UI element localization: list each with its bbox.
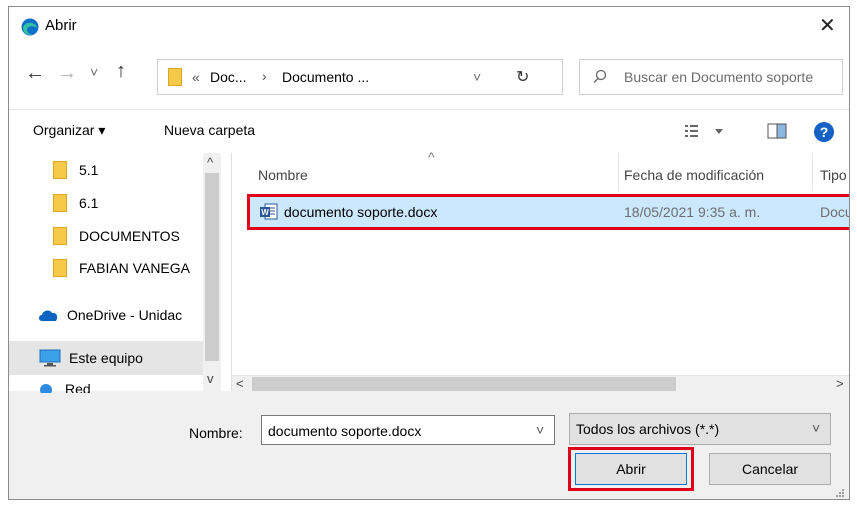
nav-item-folder[interactable]: FABIAN VANEGA — [53, 253, 203, 283]
sort-ascending-icon: ^ — [428, 149, 435, 165]
table-row[interactable]: W documento soporte.docx 18/05/2021 9:35… — [247, 194, 850, 230]
column-header-date[interactable]: Fecha de modificación — [624, 167, 764, 183]
resize-grip-icon[interactable] — [835, 485, 845, 497]
horizontal-scrollbar[interactable]: < > — [232, 375, 849, 391]
view-options-icon[interactable] — [683, 123, 729, 142]
word-document-icon: W — [260, 203, 278, 224]
edge-icon — [21, 18, 39, 36]
nav-item-folder[interactable]: 5.1 — [53, 155, 98, 185]
breadcrumb-overflow[interactable]: « — [192, 69, 200, 85]
filename-dropdown-icon[interactable]: ˅ — [536, 422, 544, 438]
help-icon[interactable]: ? — [814, 122, 834, 142]
address-dropdown-icon[interactable]: ˅ — [473, 69, 481, 85]
address-bar[interactable]: « Doc... › Documento ... ˅ ↻ — [157, 59, 563, 95]
new-folder-button[interactable]: Nueva carpeta — [164, 122, 255, 138]
file-name: documento soporte.docx — [284, 204, 438, 220]
folder-icon — [53, 259, 67, 277]
breadcrumb-separator-icon: › — [262, 68, 267, 84]
nav-item-label: DOCUMENTOS — [79, 228, 180, 244]
forward-arrow-icon[interactable]: → — [57, 62, 77, 85]
scroll-right-icon[interactable]: > — [836, 376, 844, 391]
nav-item-label: FABIAN VANEGA — [79, 260, 190, 276]
network-icon — [37, 381, 55, 393]
back-arrow-icon[interactable]: ← — [25, 62, 45, 85]
open-button[interactable]: Abrir — [575, 453, 687, 485]
nav-scrollbar-thumb[interactable] — [205, 173, 219, 361]
file-type: Docu — [820, 204, 850, 220]
command-toolbar: Organizar ▾ Nueva carpeta ? — [9, 109, 849, 153]
nav-item-label: 6.1 — [79, 195, 99, 211]
column-header-type[interactable]: Tipo — [820, 167, 847, 183]
computer-icon — [39, 349, 61, 367]
up-arrow-icon[interactable]: ↑ — [116, 60, 126, 83]
nav-item-this-pc[interactable]: Este equipo — [9, 341, 203, 375]
search-icon — [592, 68, 608, 87]
close-icon[interactable]: ✕ — [819, 13, 836, 38]
nav-item-folder[interactable]: DOCUMENTOS — [53, 221, 180, 251]
horizontal-scrollbar-thumb[interactable] — [252, 377, 676, 391]
file-date: 18/05/2021 9:35 a. m. — [624, 204, 761, 220]
navigation-pane: 5.1 6.1 DOCUMENTOS FABIAN VANEGA OneDriv… — [9, 153, 231, 393]
dialog-footer: Nombre: documento soporte.docx ˅ Todos l… — [9, 399, 849, 499]
nav-item-label: Red — [65, 381, 91, 393]
title-bar: Abrir ✕ — [9, 7, 849, 47]
file-list: ^ Nombre Fecha de modificación Tipo W do… — [231, 149, 850, 391]
folder-icon — [53, 227, 67, 245]
cancel-button-label: Cancelar — [741, 461, 799, 477]
svg-text:W: W — [261, 208, 269, 217]
nav-item-network[interactable]: Red — [37, 381, 91, 393]
filetype-dropdown-icon: ˅ — [812, 420, 821, 436]
preview-pane-icon[interactable] — [767, 123, 787, 142]
filetype-selected: Todos los archivos (*.*) — [576, 421, 720, 437]
help-icon-glyph: ? — [819, 124, 829, 140]
breadcrumb-item[interactable]: Documento ... — [282, 69, 369, 85]
filetype-select[interactable]: Todos los archivos (*.*) ˅ — [569, 413, 831, 445]
folder-icon — [53, 161, 67, 179]
breadcrumb-item[interactable]: Doc... — [210, 69, 247, 85]
scroll-left-icon[interactable]: < — [236, 376, 244, 391]
filename-input[interactable]: documento soporte.docx — [268, 423, 421, 439]
refresh-icon[interactable]: ↻ — [516, 67, 529, 87]
window-title: Abrir — [45, 17, 77, 34]
column-divider — [618, 153, 619, 191]
filename-field[interactable]: documento soporte.docx ˅ — [261, 415, 555, 445]
scroll-up-icon[interactable]: ^ — [207, 155, 213, 170]
open-file-dialog: Abrir ✕ ← → ˅ ↑ « Doc... › Documento ...… — [8, 6, 850, 500]
nav-item-label: Este equipo — [69, 350, 143, 366]
nav-scrollbar[interactable]: ^ v — [203, 153, 221, 391]
organize-menu-button[interactable]: Organizar ▾ — [33, 122, 105, 139]
recent-locations-chevron-icon[interactable]: ˅ — [90, 64, 98, 80]
folder-icon — [168, 68, 182, 86]
open-button-label: Abrir — [616, 461, 646, 477]
column-header-name[interactable]: Nombre — [258, 167, 308, 183]
search-box[interactable]: Buscar en Documento soporte — [579, 59, 843, 95]
nav-item-label: 5.1 — [79, 162, 99, 178]
column-divider — [812, 153, 813, 191]
nav-item-folder[interactable]: 6.1 — [53, 188, 98, 218]
filename-label: Nombre: — [189, 425, 243, 441]
cancel-button[interactable]: Cancelar — [709, 453, 831, 485]
folder-icon — [53, 194, 67, 212]
scroll-down-icon[interactable]: v — [207, 371, 214, 386]
cloud-icon — [37, 308, 59, 322]
search-input[interactable]: Buscar en Documento soporte — [624, 69, 813, 85]
nav-item-onedrive[interactable]: OneDrive - Unidac — [37, 300, 203, 330]
nav-item-label: OneDrive - Unidac — [67, 307, 183, 323]
